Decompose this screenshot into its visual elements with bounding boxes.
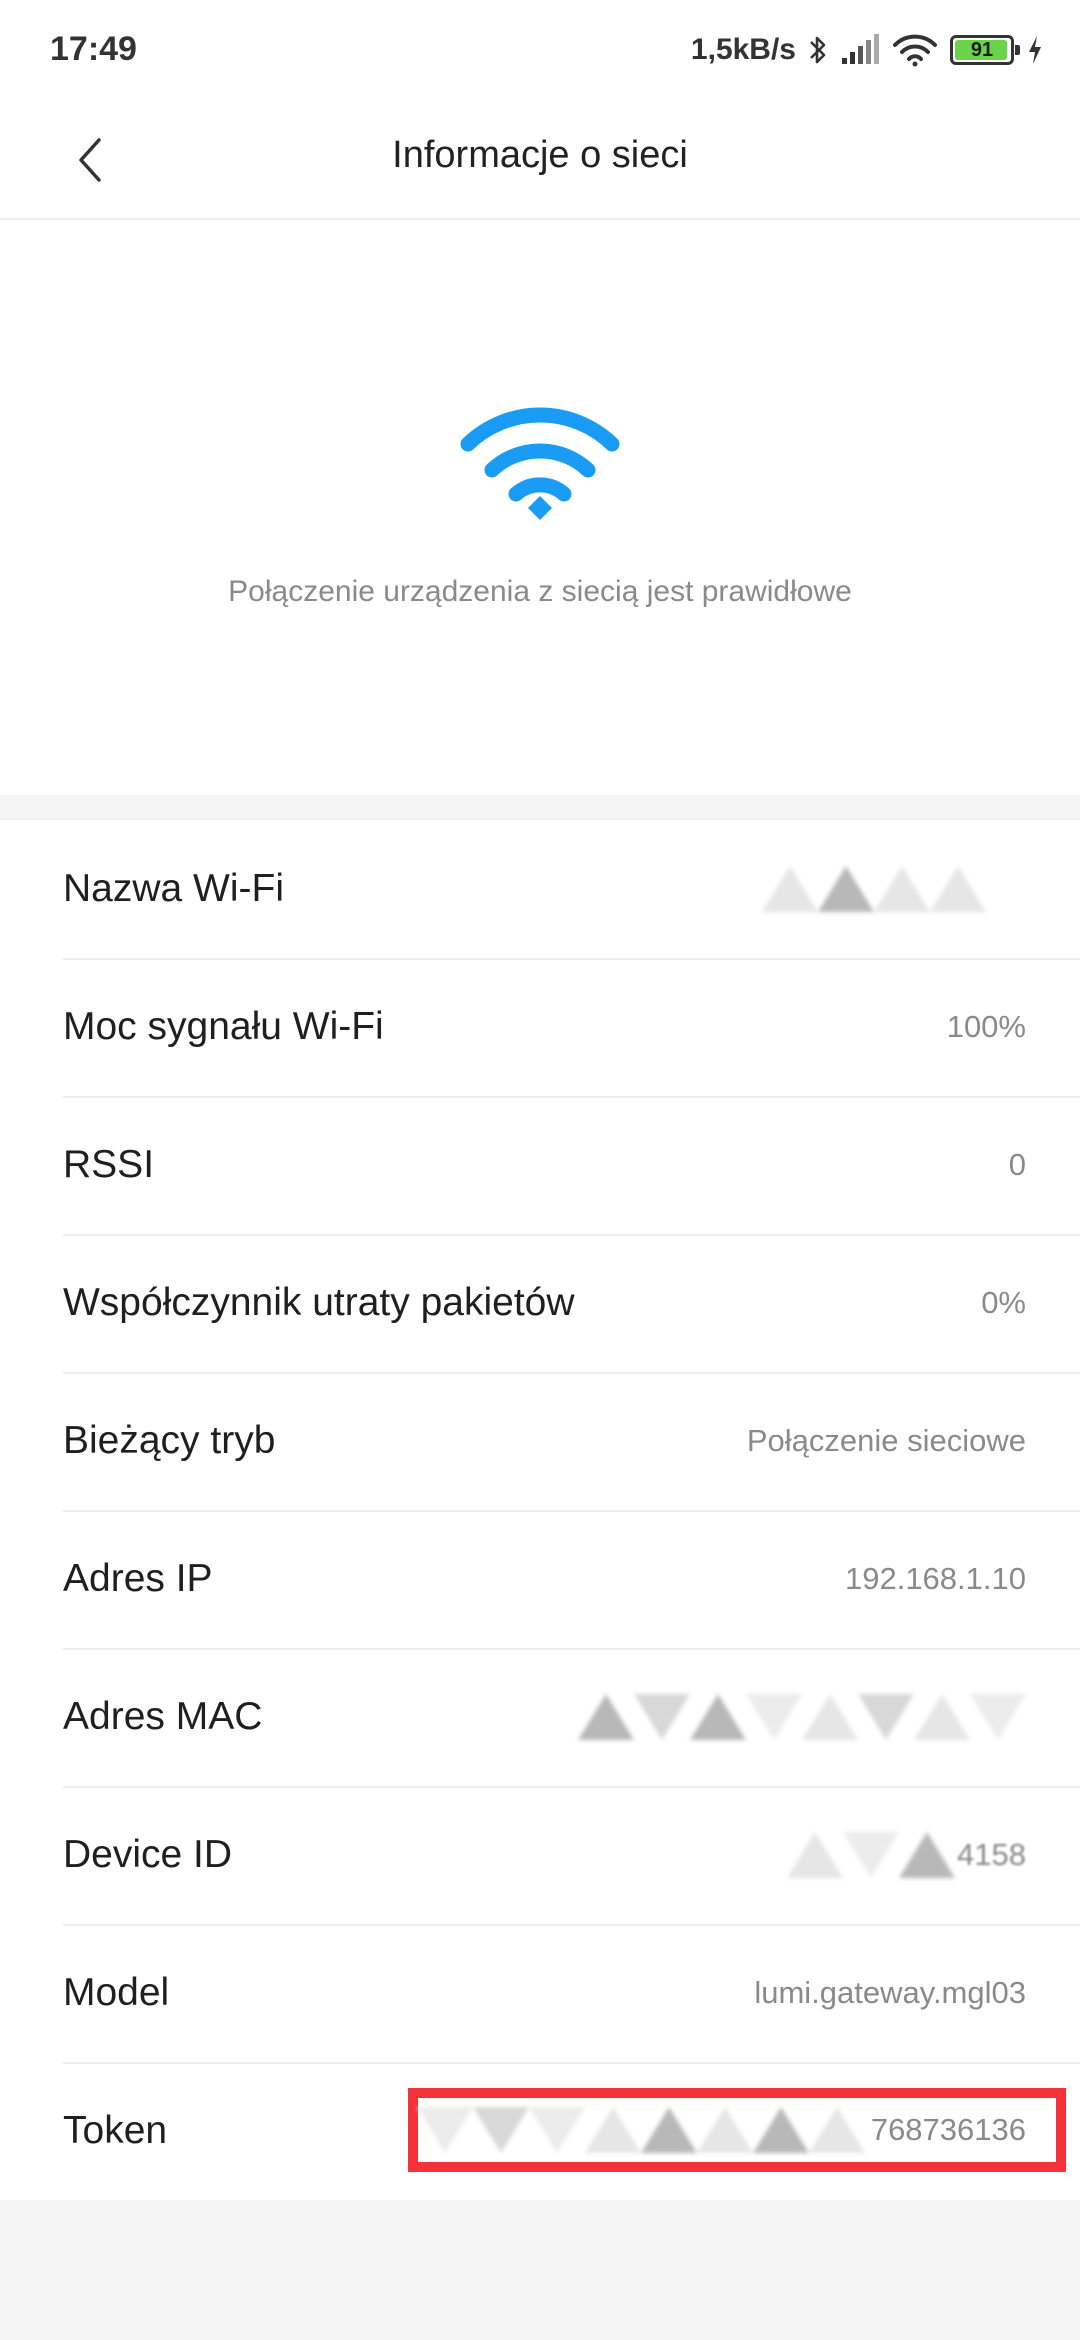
row-label: Nazwa Wi-Fi [63,867,284,910]
redaction [787,1832,956,1878]
row-value: 0 [1008,1147,1026,1182]
row-current-mode: Bieżący tryb Połączenie sieciowe [0,1372,1080,1510]
bluetooth-icon [808,33,828,67]
page-title: Informacje o sieci [392,134,688,176]
redaction [416,2107,865,2153]
row-label: Bieżący tryb [63,1419,276,1462]
row-label: Adres MAC [63,1695,263,1738]
row-value: 192.168.1.10 [844,1561,1026,1596]
redacted-value [578,1694,1026,1740]
row-token: Token 768736136 [0,2062,1080,2200]
row-device-id: Device ID 4158 [0,1786,1080,1924]
signal-icon [840,34,880,66]
connection-status-panel: Połączenie urządzenia z siecią jest praw… [0,220,1080,795]
status-bar: 17:49 1,5kB/s 91 [0,0,1080,100]
wifi-icon [892,33,938,67]
row-value: Połączenie sieciowe [746,1423,1026,1458]
row-model: Model lumi.gateway.mgl03 [0,1924,1080,2062]
row-value: lumi.gateway.mgl03 [754,1975,1026,2010]
token-value: 768736136 [870,2112,1026,2147]
row-wifi-signal: Moc sygnału Wi-Fi 100% [0,958,1080,1096]
row-label: Model [63,1971,170,2014]
row-label: RSSI [63,1143,155,1186]
token-highlight-box: 768736136 [408,2088,1066,2172]
wifi-icon [460,407,620,520]
row-label: Adres IP [63,1557,213,1600]
row-packet-loss: Współczynnik utraty pakietów 0% [0,1234,1080,1372]
battery-icon: 91 [950,35,1020,65]
row-value: 4158 [957,1837,1026,1872]
connection-status-text: Połączenie urządzenia z siecią jest praw… [228,575,852,608]
charging-icon [1026,34,1044,66]
row-rssi: RSSI 0 [0,1096,1080,1234]
battery-level: 91 [970,38,994,61]
net-speed: 1,5kB/s [690,33,796,66]
row-ip-address: Adres IP 192.168.1.10 [0,1510,1080,1648]
row-value: 100% [946,1009,1026,1044]
row-wifi-name: Nazwa Wi-Fi [0,820,1080,958]
header: Informacje o sieci [0,100,1080,220]
row-label: Współczynnik utraty pakietów [63,1281,575,1324]
row-mac-address: Adres MAC [0,1648,1080,1786]
status-icons: 1,5kB/s 91 [691,28,1044,72]
row-label: Token [63,2109,168,2152]
row-label: Moc sygnału Wi-Fi [63,1005,384,1048]
status-time: 17:49 [50,30,137,68]
row-label: Device ID [63,1833,233,1876]
redacted-value [762,866,986,912]
partially-redacted-value: 4158 [787,1832,1026,1878]
network-info-list: Nazwa Wi-Fi Moc sygnału Wi-Fi 100% RSSI … [0,818,1080,2200]
row-value: 0% [981,1285,1026,1320]
